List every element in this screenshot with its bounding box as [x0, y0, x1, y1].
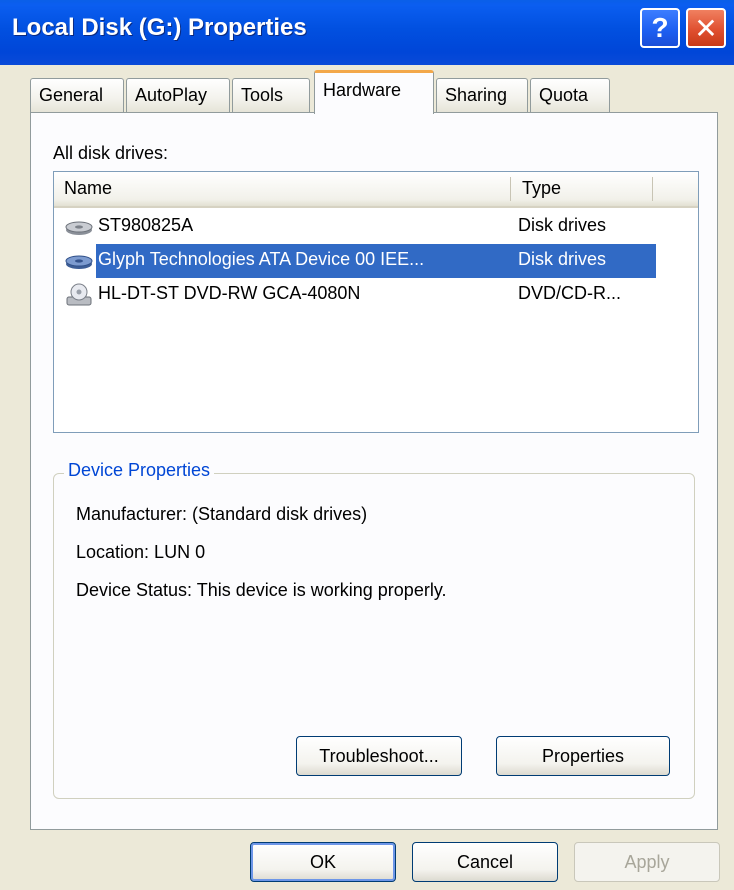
tab-sharing[interactable]: Sharing: [436, 78, 528, 112]
properties-button[interactable]: Properties: [496, 736, 670, 776]
column-divider[interactable]: [510, 177, 511, 201]
help-icon: ?: [651, 12, 669, 43]
drive-type: Disk drives: [518, 249, 607, 269]
disk-drives-list[interactable]: Name Type ST980825A Disk drives Glyph Te…: [53, 171, 699, 433]
tab-general[interactable]: General: [30, 78, 124, 112]
device-properties-group: Device Properties Manufacturer: (Standar…: [53, 460, 695, 799]
tab-label: Tools: [241, 85, 284, 105]
cancel-button[interactable]: Cancel: [412, 842, 558, 882]
drive-name: ST980825A: [98, 215, 194, 235]
tab-tools[interactable]: Tools: [232, 78, 310, 112]
close-button[interactable]: ✕: [686, 8, 726, 48]
all-disk-drives-label: All disk drives:: [53, 143, 169, 163]
ok-label: OK: [309, 851, 336, 872]
tab-label: Sharing: [445, 85, 508, 105]
list-header: Name Type: [54, 172, 698, 208]
device-properties-legend: Device Properties: [64, 460, 215, 481]
tab-hardware[interactable]: Hardware: [314, 70, 434, 114]
tab-label: AutoPlay: [135, 85, 208, 105]
troubleshoot-button[interactable]: Troubleshoot...: [296, 736, 462, 776]
column-header-name[interactable]: Name: [64, 178, 112, 199]
drive-type: Disk drives: [518, 215, 607, 235]
manufacturer-text: Manufacturer: (Standard disk drives): [76, 504, 368, 524]
tab-label: General: [39, 85, 104, 105]
column-divider[interactable]: [652, 177, 653, 201]
dvd-drive-icon: [66, 283, 92, 306]
tab-label: Quota: [539, 85, 589, 105]
device-status-text: Device Status: This device is working pr…: [76, 580, 447, 600]
apply-label: Apply: [624, 851, 670, 872]
list-item[interactable]: HL-DT-ST DVD-RW GCA-4080N DVD/CD-R...: [58, 278, 658, 312]
tab-autoplay[interactable]: AutoPlay: [126, 78, 230, 112]
tab-quota[interactable]: Quota: [530, 78, 610, 112]
drive-type: DVD/CD-R...: [518, 283, 621, 303]
troubleshoot-label: Troubleshoot...: [319, 745, 439, 766]
help-button[interactable]: ?: [640, 8, 680, 48]
cancel-label: Cancel: [456, 851, 514, 872]
ok-button[interactable]: OK: [250, 842, 396, 882]
location-text: Location: LUN 0: [76, 542, 206, 562]
apply-button[interactable]: Apply: [574, 842, 720, 882]
hard-disk-icon: [65, 255, 93, 269]
column-header-type[interactable]: Type: [522, 178, 561, 199]
window-title: Local Disk (G:) Properties: [12, 14, 307, 41]
close-icon: ✕: [694, 12, 718, 44]
list-item[interactable]: Glyph Technologies ATA Device 00 IEE... …: [58, 244, 658, 278]
tab-label: Hardware: [323, 80, 402, 100]
hard-disk-icon: [65, 221, 93, 235]
title-bar[interactable]: Local Disk (G:) Properties ? ✕: [0, 0, 734, 65]
properties-label: Properties: [541, 745, 625, 766]
hardware-tab-panel: All disk drives: Name Type ST980825A Dis…: [30, 112, 718, 830]
drive-name: Glyph Technologies ATA Device 00 IEE...: [98, 249, 425, 269]
list-item[interactable]: ST980825A Disk drives: [58, 210, 658, 244]
drive-name: HL-DT-ST DVD-RW GCA-4080N: [98, 283, 361, 303]
